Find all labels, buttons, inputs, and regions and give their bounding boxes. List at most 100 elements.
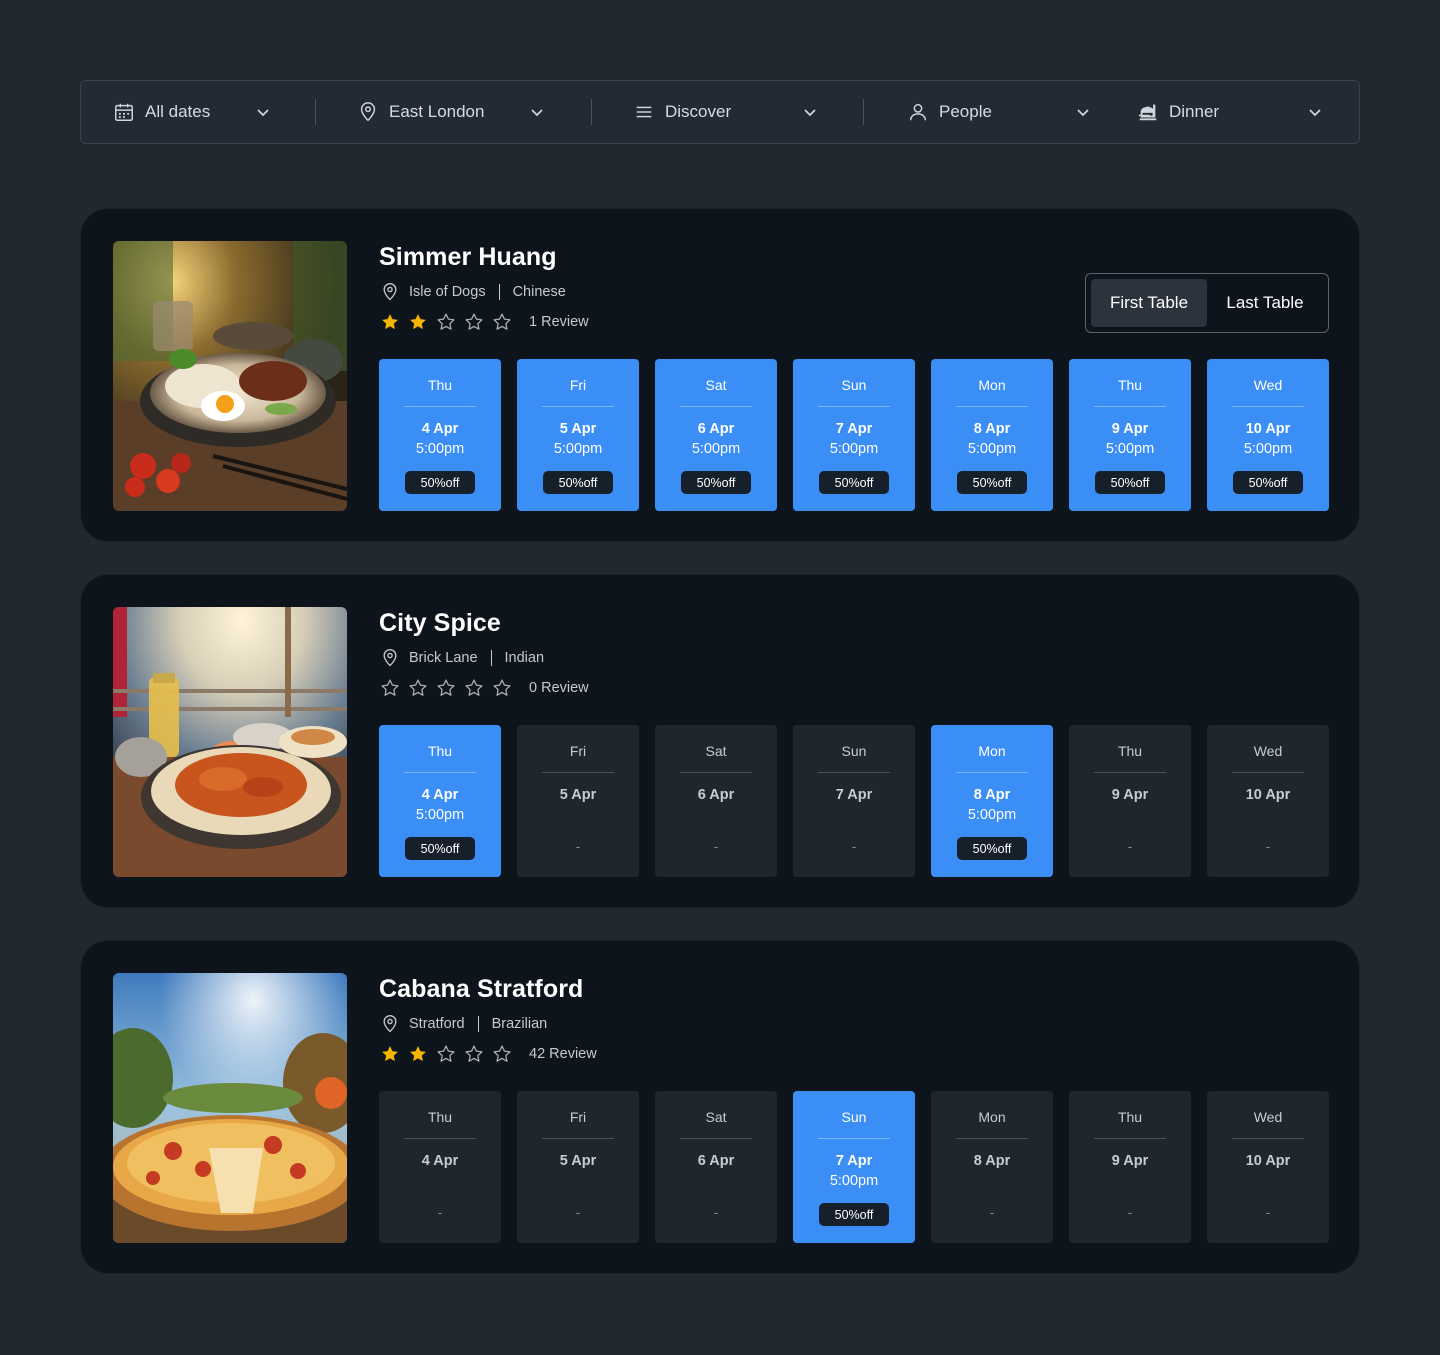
time-slot-unavailable[interactable]: Fri 5 Apr - <box>517 725 639 877</box>
time-slot-unavailable[interactable]: Mon 8 Apr - <box>931 1091 1053 1243</box>
rice-bowl-egg-photo <box>113 241 347 511</box>
restaurant-card[interactable]: Cabana Stratford Stratford Brazilian 42 … <box>80 940 1360 1274</box>
restaurant-area: Isle of Dogs <box>409 284 486 300</box>
slot-time: 5:00pm <box>829 441 879 457</box>
slot-divider <box>680 406 752 407</box>
slot-time: 5:00pm <box>415 807 465 823</box>
restaurant-card[interactable]: Simmer Huang Isle of Dogs Chinese 1 Revi… <box>80 208 1360 542</box>
filter-discover[interactable]: Discover <box>633 81 820 143</box>
filter-people[interactable]: People <box>907 81 1093 143</box>
slot-divider <box>542 772 614 773</box>
slot-divider <box>404 772 476 773</box>
slot-divider <box>956 406 1028 407</box>
person-icon <box>907 101 929 123</box>
slot-time: 5:00pm <box>1243 441 1293 457</box>
time-slot-available[interactable]: Thu 9 Apr 5:00pm 50%off <box>1069 359 1191 511</box>
slot-day: Fri <box>569 743 587 759</box>
slot-divider <box>1232 1138 1304 1139</box>
slot-divider <box>818 1138 890 1139</box>
slot-time: 5:00pm <box>1105 441 1155 457</box>
slot-date: 8 Apr <box>973 421 1011 437</box>
discount-badge: 50%off <box>1095 471 1165 494</box>
location-pin-icon <box>357 101 379 123</box>
time-slot-unavailable[interactable]: Fri 5 Apr - <box>517 1091 639 1243</box>
slot-date: 8 Apr <box>973 1153 1011 1169</box>
restaurant-meta: Brick Lane Indian <box>379 647 544 669</box>
time-slot-available[interactable]: Sat 6 Apr 5:00pm 50%off <box>655 359 777 511</box>
slot-date: 9 Apr <box>1111 787 1149 803</box>
slot-time: 5:00pm <box>553 441 603 457</box>
slot-empty: - <box>1127 1205 1133 1220</box>
slot-divider <box>680 1138 752 1139</box>
filter-location[interactable]: East London <box>357 81 547 143</box>
slot-day: Sat <box>705 1109 727 1125</box>
slot-date: 6 Apr <box>697 787 735 803</box>
slot-day: Thu <box>427 1109 453 1125</box>
star-outline-icon <box>491 311 513 333</box>
slot-day: Wed <box>1253 743 1283 759</box>
discount-badge: 50%off <box>819 1203 889 1226</box>
slot-divider <box>956 1138 1028 1139</box>
slot-divider <box>818 772 890 773</box>
slot-time: 5:00pm <box>967 807 1017 823</box>
slot-date: 4 Apr <box>421 421 459 437</box>
rating: 1 Review <box>379 311 589 333</box>
time-slot-unavailable[interactable]: Sat 6 Apr - <box>655 1091 777 1243</box>
review-count[interactable]: 42 Review <box>529 1046 597 1062</box>
time-slot-unavailable[interactable]: Thu 4 Apr - <box>379 1091 501 1243</box>
time-slot-available[interactable]: Thu 4 Apr 5:00pm 50%off <box>379 359 501 511</box>
slot-date: 7 Apr <box>835 1153 873 1169</box>
time-slot-unavailable[interactable]: Wed 10 Apr - <box>1207 1091 1329 1243</box>
time-slot-unavailable[interactable]: Thu 9 Apr - <box>1069 725 1191 877</box>
filter-label: All dates <box>145 102 211 121</box>
star-outline-icon <box>463 677 485 699</box>
slot-divider <box>404 406 476 407</box>
time-slot-available[interactable]: Thu 4 Apr 5:00pm 50%off <box>379 725 501 877</box>
time-slot-unavailable[interactable]: Sat 6 Apr - <box>655 725 777 877</box>
location-pin-icon <box>379 281 401 303</box>
meta-divider <box>498 284 500 300</box>
slot-day: Mon <box>978 377 1006 393</box>
slot-date: 5 Apr <box>559 421 597 437</box>
star-filled-icon <box>407 311 429 333</box>
restaurant-name[interactable]: Simmer Huang <box>379 243 557 272</box>
filter-dates[interactable]: All dates <box>113 81 273 143</box>
time-slot-available[interactable]: Sun 7 Apr 5:00pm 50%off <box>793 359 915 511</box>
pizza-photo <box>113 973 347 1243</box>
slot-date: 6 Apr <box>697 1153 735 1169</box>
curry-naan-photo <box>113 607 347 877</box>
slot-empty: - <box>713 1205 719 1220</box>
time-slot-unavailable[interactable]: Wed 10 Apr - <box>1207 725 1329 877</box>
restaurant-name[interactable]: City Spice <box>379 609 501 638</box>
time-slot-available[interactable]: Mon 8 Apr 5:00pm 50%off <box>931 725 1053 877</box>
time-slot-unavailable[interactable]: Sun 7 Apr - <box>793 725 915 877</box>
filter-meal[interactable]: Dinner <box>1137 81 1325 143</box>
slot-divider <box>1232 406 1304 407</box>
restaurant-meta: Stratford Brazilian <box>379 1013 547 1035</box>
restaurant-card[interactable]: City Spice Brick Lane Indian 0 Review Th… <box>80 574 1360 908</box>
slot-divider <box>956 772 1028 773</box>
restaurant-area: Brick Lane <box>409 650 478 666</box>
slot-day: Sun <box>841 1109 867 1125</box>
time-slot-available[interactable]: Sun 7 Apr 5:00pm 50%off <box>793 1091 915 1243</box>
table-toggle: First Table Last Table <box>1085 273 1329 333</box>
slot-date: 10 Apr <box>1245 787 1291 803</box>
star-outline-icon <box>491 677 513 699</box>
food-tray-icon <box>1137 101 1159 123</box>
time-slot-available[interactable]: Wed 10 Apr 5:00pm 50%off <box>1207 359 1329 511</box>
calendar-icon <box>113 101 135 123</box>
slot-date: 10 Apr <box>1245 1153 1291 1169</box>
last-table-button[interactable]: Last Table <box>1207 279 1323 327</box>
slot-day: Thu <box>427 377 453 393</box>
slot-divider <box>1094 406 1166 407</box>
time-slot-available[interactable]: Mon 8 Apr 5:00pm 50%off <box>931 359 1053 511</box>
time-slot-unavailable[interactable]: Thu 9 Apr - <box>1069 1091 1191 1243</box>
discount-badge: 50%off <box>543 471 613 494</box>
restaurant-name[interactable]: Cabana Stratford <box>379 975 583 1004</box>
review-count[interactable]: 1 Review <box>529 314 589 330</box>
first-table-button[interactable]: First Table <box>1091 279 1207 327</box>
slot-day: Sat <box>705 743 727 759</box>
time-slot-available[interactable]: Fri 5 Apr 5:00pm 50%off <box>517 359 639 511</box>
chevron-down-icon <box>802 101 820 123</box>
review-count[interactable]: 0 Review <box>529 680 589 696</box>
